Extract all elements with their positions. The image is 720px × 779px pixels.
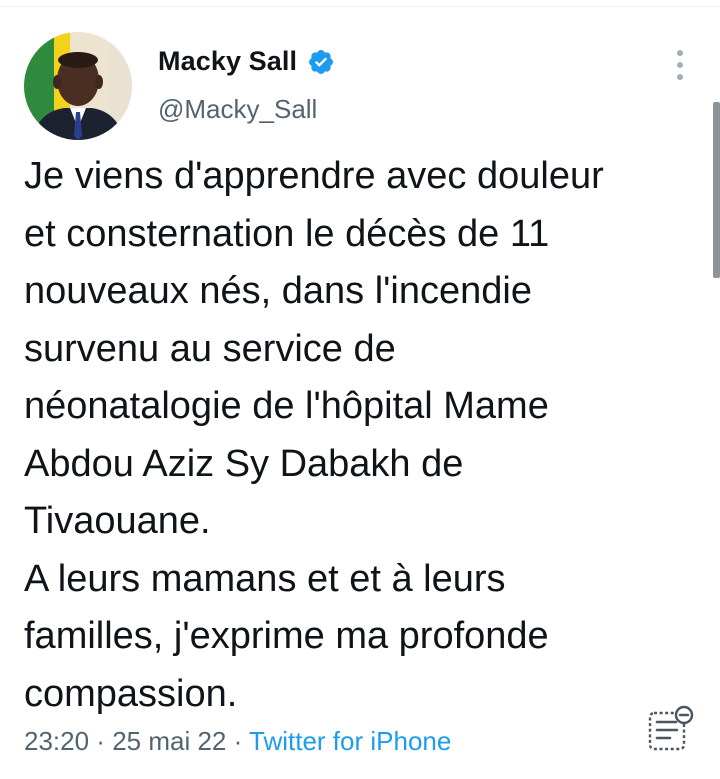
author-handle[interactable]: @Macky_Sall xyxy=(158,94,317,125)
avatar[interactable] xyxy=(24,32,132,140)
more-options-icon[interactable] xyxy=(668,50,692,80)
author-name[interactable]: Macky Sall xyxy=(158,46,297,77)
tweet-analytics-icon[interactable] xyxy=(646,705,696,753)
tweet-date[interactable]: 25 mai 22 xyxy=(112,726,226,756)
more-dot xyxy=(677,74,683,80)
author-name-row[interactable]: Macky Sall xyxy=(158,46,335,77)
meta-separator: · xyxy=(89,726,113,756)
tweet-meta: 23:20 · 25 mai 22 · Twitter for iPhone xyxy=(24,726,451,757)
more-dot xyxy=(677,50,683,56)
more-dot xyxy=(677,62,683,68)
avatar-photo xyxy=(24,32,132,140)
verified-badge-icon xyxy=(307,48,335,76)
tweet-text: Je viens d'apprendre avec douleur et con… xyxy=(24,155,604,715)
meta-separator: · xyxy=(226,726,250,756)
tweet-source-link[interactable]: Twitter for iPhone xyxy=(249,726,451,756)
tweet-time[interactable]: 23:20 xyxy=(24,726,89,756)
top-divider xyxy=(0,6,720,7)
scrollbar[interactable] xyxy=(713,102,720,278)
